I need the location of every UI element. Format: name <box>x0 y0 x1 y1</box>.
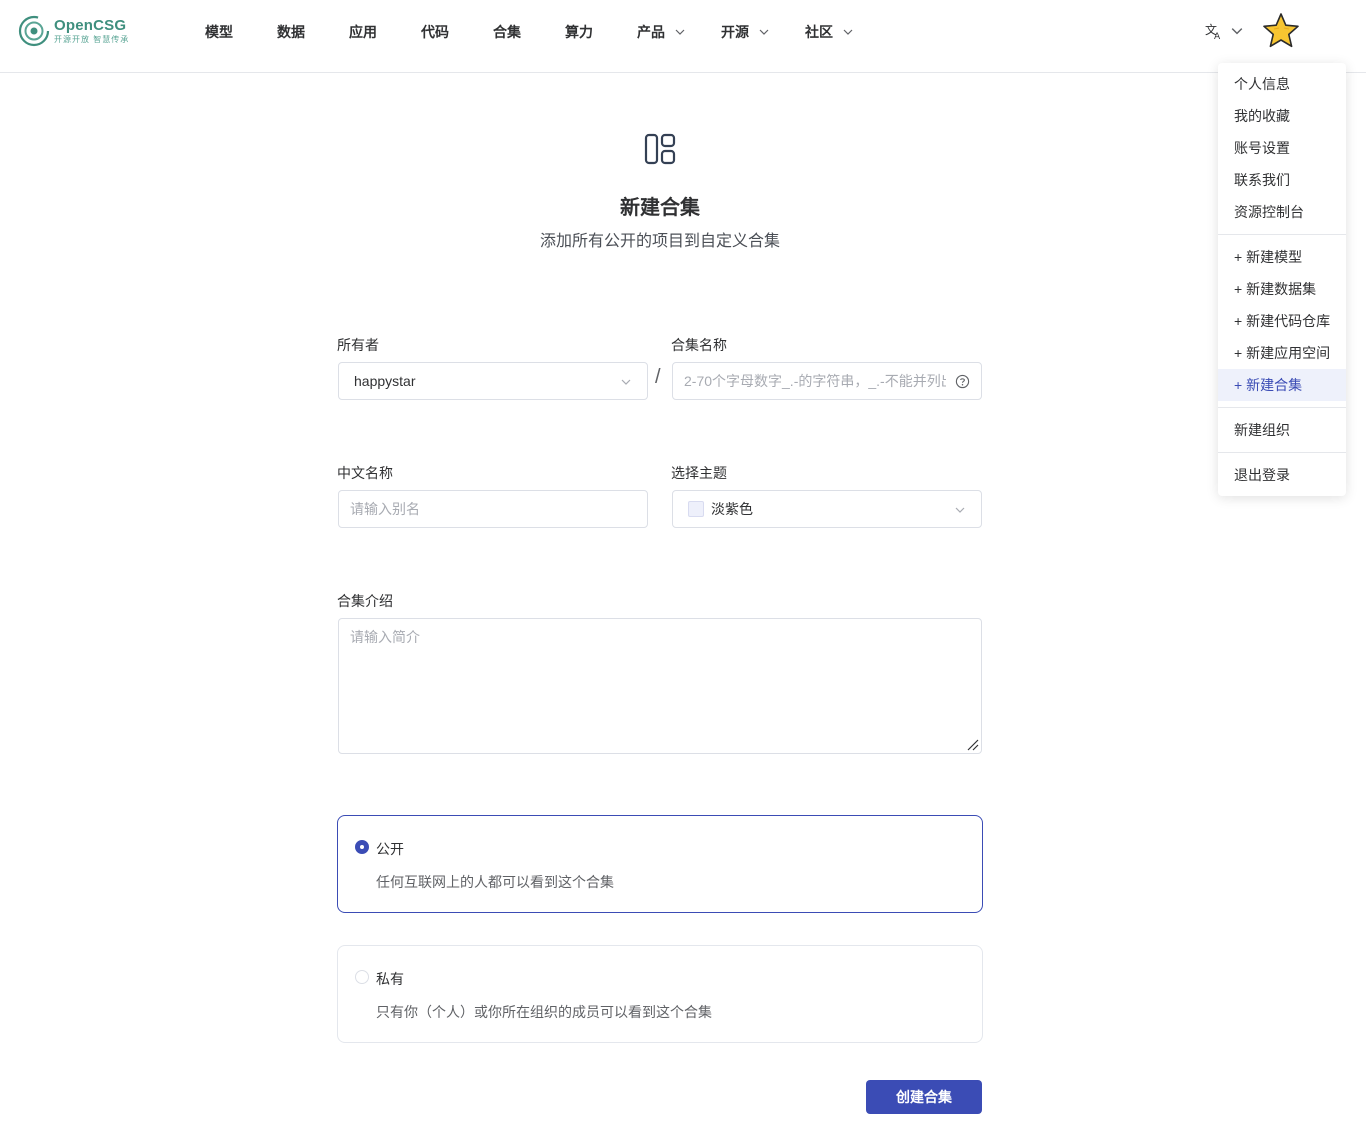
nickname-input[interactable]: 请输入别名 <box>338 490 648 528</box>
main-nav: 模型 数据 应用 代码 合集 算力 产品 开源 社区 <box>205 20 889 44</box>
owner-name-separator: / <box>655 366 661 388</box>
theme-value: 淡紫色 <box>711 501 753 517</box>
nav-label: 开源 <box>721 24 749 40</box>
menu-divider <box>1218 234 1346 235</box>
description-label: 合集介绍 <box>337 593 393 609</box>
menu-item-profile[interactable]: 个人信息 <box>1218 68 1346 100</box>
menu-item-new-organization[interactable]: 新建组织 <box>1218 414 1346 446</box>
nav-label: 模型 <box>205 24 233 40</box>
user-dropdown-menu: 个人信息 我的收藏 账号设置 联系我们 资源控制台 + 新建模型 + 新建数据集… <box>1218 63 1346 496</box>
nickname-placeholder: 请输入别名 <box>350 501 420 517</box>
visibility-private-option[interactable]: 私有 只有你（个人）或你所在组织的成员可以看到这个合集 <box>337 945 983 1043</box>
translate-icon: 文 A <box>1205 22 1221 40</box>
nav-item-spaces[interactable]: 应用 <box>349 22 377 42</box>
owner-value: happystar <box>354 373 416 389</box>
radio-private[interactable] <box>355 970 369 984</box>
brand-slogan: 开源开放 智慧传承 <box>54 35 130 44</box>
resize-handle-icon[interactable] <box>965 737 979 751</box>
visibility-public-option[interactable]: 公开 任何互联网上的人都可以看到这个合集 <box>337 815 983 913</box>
chevron-down-icon <box>955 507 965 513</box>
nickname-label: 中文名称 <box>337 465 393 481</box>
theme-swatch <box>688 501 704 517</box>
nav-label: 合集 <box>493 24 521 40</box>
page-subtitle: 添加所有公开的项目到自定义合集 <box>539 233 780 250</box>
public-description: 任何互联网上的人都可以看到这个合集 <box>376 874 614 890</box>
nav-label: 社区 <box>805 24 833 40</box>
nav-item-datasets[interactable]: 数据 <box>277 22 305 42</box>
theme-label: 选择主题 <box>671 465 727 481</box>
nav-label: 代码 <box>421 24 449 40</box>
menu-item-logout[interactable]: 退出登录 <box>1218 459 1346 491</box>
nav-label: 算力 <box>565 24 593 40</box>
description-textarea[interactable]: 请输入简介 <box>338 618 982 754</box>
chevron-down-icon <box>1231 28 1243 35</box>
menu-item-favorites[interactable]: 我的收藏 <box>1218 100 1346 132</box>
logo[interactable]: OpenCSG 开源开放 智慧传承 <box>18 14 129 48</box>
menu-item-new-space[interactable]: + 新建应用空间 <box>1218 337 1346 369</box>
menu-item-new-collection[interactable]: + 新建合集 <box>1218 369 1346 401</box>
menu-item-account-settings[interactable]: 账号设置 <box>1218 132 1346 164</box>
nav-item-code[interactable]: 代码 <box>421 22 449 42</box>
nav-item-models[interactable]: 模型 <box>205 22 233 42</box>
chevron-down-icon <box>621 379 631 385</box>
language-switcher[interactable]: 文 A <box>1205 22 1243 40</box>
chevron-down-icon <box>675 29 685 35</box>
page-title: 新建合集 <box>620 197 700 219</box>
nav-item-products[interactable]: 产品 <box>637 22 685 42</box>
private-description: 只有你（个人）或你所在组织的成员可以看到这个合集 <box>376 1004 712 1020</box>
nav-label: 数据 <box>277 24 305 40</box>
collection-name-label: 合集名称 <box>671 337 727 353</box>
nav-label: 应用 <box>349 24 377 40</box>
opencsg-logo-icon <box>18 15 50 47</box>
private-title: 私有 <box>376 971 404 987</box>
brand-name: OpenCSG <box>54 17 127 34</box>
owner-label: 所有者 <box>337 337 379 353</box>
collection-name-input[interactable]: 2-70个字母数字_.-的字符串，_.-不能并列出现 <box>672 362 982 400</box>
theme-select[interactable]: 淡紫色 <box>672 490 982 528</box>
top-header: OpenCSG 开源开放 智慧传承 模型 数据 应用 代码 合集 算力 产品 开… <box>0 0 1366 73</box>
chevron-down-icon <box>759 29 769 35</box>
public-title: 公开 <box>376 841 404 857</box>
owner-select[interactable]: happystar <box>338 362 648 400</box>
menu-divider <box>1218 407 1346 408</box>
chevron-down-icon <box>843 29 853 35</box>
question-circle-icon[interactable] <box>955 374 970 389</box>
menu-item-contact[interactable]: 联系我们 <box>1218 164 1346 196</box>
layout-icon <box>644 133 676 165</box>
menu-item-new-code-repo[interactable]: + 新建代码仓库 <box>1218 305 1346 337</box>
nav-item-community[interactable]: 社区 <box>805 22 853 42</box>
nav-item-opensource[interactable]: 开源 <box>721 22 769 42</box>
description-placeholder: 请输入简介 <box>350 629 420 645</box>
menu-divider <box>1218 452 1346 453</box>
user-avatar-star-icon[interactable] <box>1262 12 1300 50</box>
menu-item-new-dataset[interactable]: + 新建数据集 <box>1218 273 1346 305</box>
menu-item-console[interactable]: 资源控制台 <box>1218 196 1346 228</box>
create-collection-button[interactable]: 创建合集 <box>866 1080 982 1114</box>
svg-text:A: A <box>1214 32 1221 40</box>
nav-label: 产品 <box>637 24 665 40</box>
nav-item-compute[interactable]: 算力 <box>565 22 593 42</box>
radio-public[interactable] <box>355 840 369 854</box>
collection-name-placeholder: 2-70个字母数字_.-的字符串，_.-不能并列出现 <box>684 373 946 389</box>
nav-item-collections[interactable]: 合集 <box>493 22 521 42</box>
menu-item-new-model[interactable]: + 新建模型 <box>1218 241 1346 273</box>
